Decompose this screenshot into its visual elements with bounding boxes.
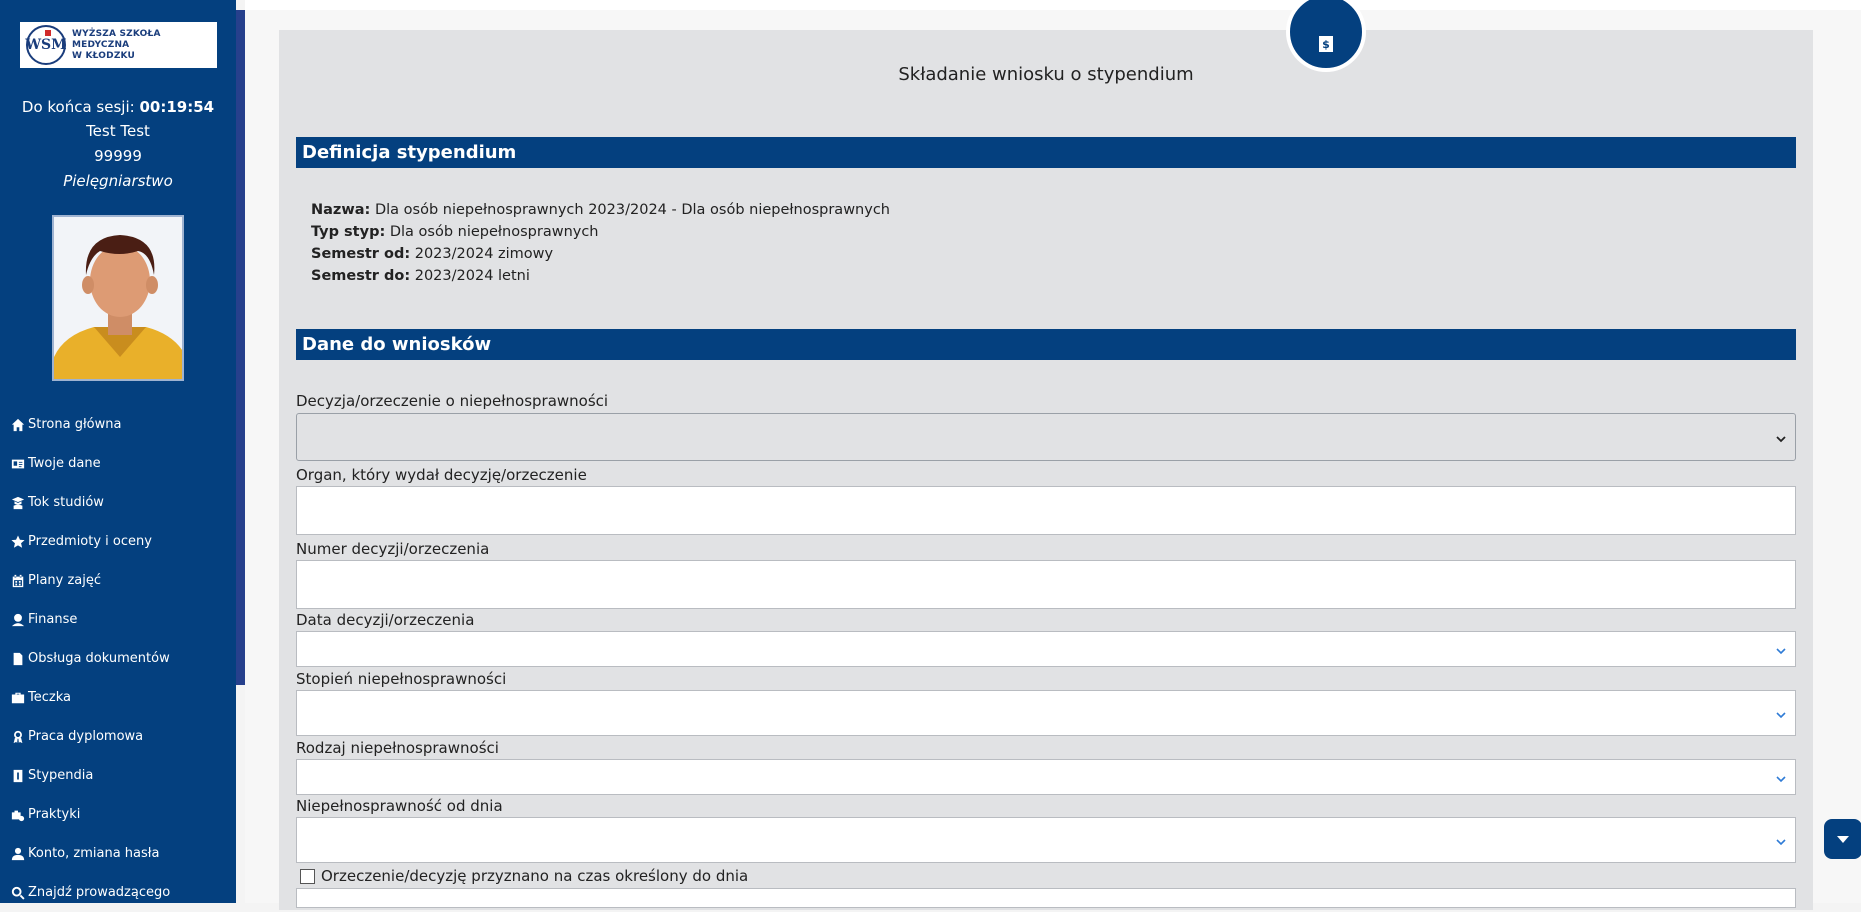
fixed-term-checkbox[interactable] [300,868,315,884]
sidebar-item-label: Teczka [28,690,71,705]
chevron-down-icon [1775,706,1786,719]
sidebar-item-label: Konto, zmiana hasła [28,846,160,861]
logo-line-2: W KŁODZKU [72,50,136,61]
sidebar-item-label: Stypendia [28,768,94,783]
definition-type-row: Typ styp: Dla osób niepełnosprawnych [311,221,890,243]
scholarship-badge: $ [1286,0,1366,72]
number-label: Numer decyzji/orzeczenia [296,540,490,558]
scholarship-icon [10,768,26,784]
since-label: Niepełnosprawność od dnia [296,797,503,815]
sidebar-item-documents[interactable]: Obsługa dokumentów [10,639,236,678]
chevron-down-icon [1775,430,1786,443]
user-icon [10,846,26,862]
document-icon [10,651,26,667]
user-id: 99999 [94,147,142,165]
sidebar-item-label: Strona główna [28,417,122,432]
definition-from-row: Semestr od: 2023/2024 zimowy [311,243,890,265]
fixed-term-date-input[interactable] [296,888,1796,908]
sidebar-item-label: Twoje dane [28,456,101,471]
sidebar-item-folder[interactable]: Teczka [10,678,236,717]
session-timer: Do końca sesji: 00:19:54 [0,98,236,116]
definition-name-value: Dla osób niepełnosprawnych 2023/2024 - D… [374,202,890,218]
page-title: Składanie wniosku o stypendium [898,64,1194,85]
caret-down-icon [1837,836,1849,843]
sidebar-item-schedule[interactable]: Plany zajęć [10,561,236,600]
sidebar-item-your-data[interactable]: Twoje dane [10,444,236,483]
sidebar-item-label: Praca dyplomowa [28,729,144,744]
section-header-definition: Definicja stypendium [296,137,1796,168]
sidebar-item-study-course[interactable]: Tok studiów [10,483,236,522]
kind-label: Rodzaj niepełnosprawności [296,739,499,757]
organ-input[interactable] [296,486,1796,535]
calendar-icon [10,573,26,589]
award-icon [10,729,26,745]
sidebar-nav: Strona główna Twoje dane Tok studiów Prz… [10,405,236,912]
dollar-icon: $ [1319,36,1333,52]
definition-to-row: Semestr do: 2023/2024 letni [311,265,890,287]
fixed-term-label: Orzeczenie/decyzję przyznano na czas okr… [321,867,749,885]
definition-from-value: 2023/2024 zimowy [414,246,554,262]
sidebar-item-label: Praktyki [28,807,81,822]
sidebar-item-scholarships[interactable]: Stypendia [10,756,236,795]
money-user-icon [10,612,26,628]
logo-emblem: WSM [25,25,67,65]
sidebar-item-label: Tok studiów [28,495,104,510]
chevron-down-icon [1775,642,1786,655]
user-name: Test Test [86,122,150,140]
sidebar: WSM WYŻSZA SZKOŁA MEDYCZNA W KŁODZKU Do … [0,0,236,903]
sidebar-item-label: Znajdź prowadzącego [28,885,171,900]
sidebar-item-home[interactable]: Strona główna [10,405,236,444]
sidebar-item-internships[interactable]: Praktyki [10,795,236,834]
star-icon [10,534,26,550]
user-field-of-study: Pielęgniarstwo [63,172,173,190]
session-timer-value: 00:19:54 [139,98,215,116]
chevron-down-icon [1775,833,1786,846]
sidebar-item-thesis[interactable]: Praca dyplomowa [10,717,236,756]
degree-label: Stopień niepełnosprawności [296,670,507,688]
sidebar-item-finance[interactable]: Finanse [10,600,236,639]
definition-type-value: Dla osób niepełnosprawnych [389,224,599,240]
decision-label: Decyzja/orzeczenie o niepełnosprawności [296,392,609,410]
section-header-application-data: Dane do wniosków [296,329,1796,360]
degree-select[interactable] [296,690,1796,736]
decision-select[interactable] [296,413,1796,461]
logo-line-1: WYŻSZA SZKOŁA MEDYCZNA [72,28,161,50]
school-logo[interactable]: WSM WYŻSZA SZKOŁA MEDYCZNA W KŁODZKU [20,22,217,68]
fixed-term-row: Orzeczenie/decyzję przyznano na czas okr… [300,867,748,885]
avatar-illustration [54,217,182,379]
sidebar-item-find-teacher[interactable]: Znajdź prowadzącego [10,873,236,912]
definition-to-label: Semestr do: [311,268,411,284]
internship-icon [10,807,26,823]
definition-name-label: Nazwa: [311,202,371,218]
sidebar-item-label: Przedmioty i oceny [28,534,152,549]
search-icon [10,885,26,901]
top-strip [245,0,1861,10]
home-icon [10,417,26,433]
since-date-picker[interactable] [296,817,1796,863]
briefcase-icon [10,690,26,706]
date-label: Data decyzji/orzeczenia [296,611,475,629]
session-label: Do końca sesji: [21,98,135,116]
sidebar-item-subjects-grades[interactable]: Przedmioty i oceny [10,522,236,561]
sidebar-item-account[interactable]: Konto, zmiana hasła [10,834,236,873]
chevron-down-icon [1775,770,1786,783]
graduate-icon [10,495,26,511]
sidebar-item-label: Obsługa dokumentów [28,651,170,666]
sidebar-item-label: Finanse [28,612,78,627]
avatar [52,215,184,381]
sidebar-item-label: Plany zajęć [28,573,102,588]
definition-to-value: 2023/2024 letni [414,268,530,284]
definition-type-label: Typ styp: [311,224,386,240]
definition-name-row: Nazwa: Dla osób niepełnosprawnych 2023/2… [311,199,890,221]
scroll-down-button[interactable] [1824,819,1861,859]
definition-details: Nazwa: Dla osób niepełnosprawnych 2023/2… [311,199,890,287]
id-card-icon [10,456,26,472]
number-input[interactable] [296,560,1796,609]
organ-label: Organ, który wydał decyzję/orzeczenie [296,466,587,484]
kind-select[interactable] [296,759,1796,795]
date-picker[interactable] [296,631,1796,667]
sidebar-accent-bar [236,10,245,685]
definition-from-label: Semestr od: [311,246,411,262]
